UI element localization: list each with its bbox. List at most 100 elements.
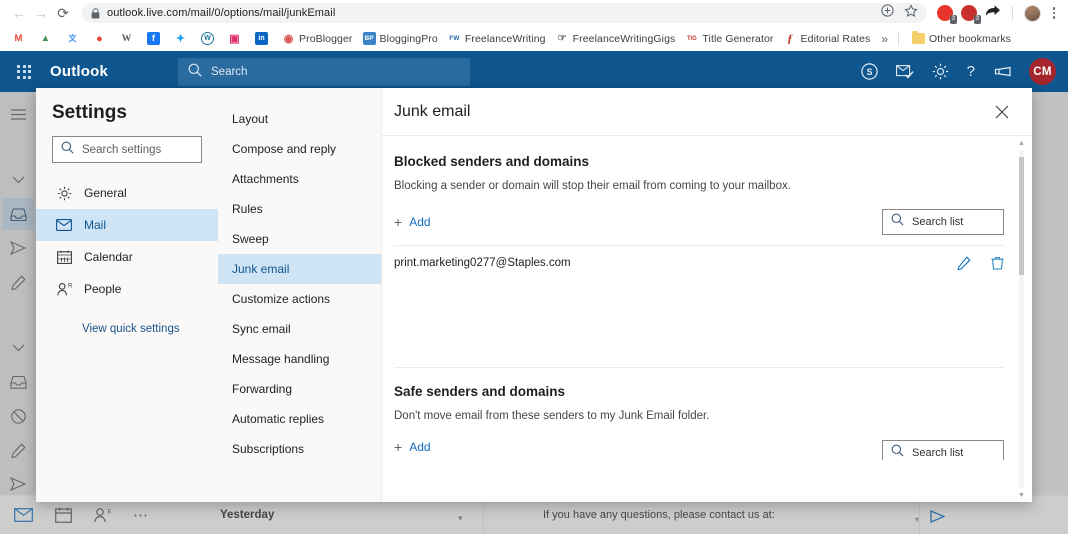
share-arrow-icon[interactable] xyxy=(985,4,1001,22)
reload-icon[interactable]: ⟳ xyxy=(52,2,74,24)
subnav-item-automatic-replies[interactable]: Automatic replies xyxy=(218,404,381,434)
subnav-item-sweep[interactable]: Sweep xyxy=(218,224,381,254)
scroll-down-arrow[interactable]: ▼ xyxy=(1018,489,1025,502)
settings-left-column: Settings Search settings General Mail xyxy=(36,88,218,502)
bookmark-editorial-rates[interactable]: ƒ Editorial Rates xyxy=(779,30,876,47)
bookmark-freelancewritinggigs[interactable]: ☞ FreelanceWritingGigs xyxy=(551,30,681,47)
feedback-icon[interactable] xyxy=(993,65,1011,78)
sidebar-item-mail[interactable]: Mail xyxy=(36,209,218,241)
subnav-item-compose-and-reply[interactable]: Compose and reply xyxy=(218,134,381,164)
skype-icon[interactable]: S xyxy=(861,63,878,80)
back-arrow-icon[interactable]: ← xyxy=(8,2,30,24)
notes-pencil-icon[interactable] xyxy=(2,434,34,466)
bookmark-problogger[interactable]: ◉ ProBlogger xyxy=(277,30,358,47)
add-safe-sender-button[interactable]: + Add xyxy=(394,440,431,454)
bookmark-wikipedia[interactable]: W xyxy=(115,30,142,47)
sidebar-item-people[interactable]: R People xyxy=(36,273,218,305)
calendar-icon[interactable] xyxy=(55,507,72,523)
gear-icon[interactable] xyxy=(932,63,949,80)
junk-email-pane: Junk email Blocked senders and domains B… xyxy=(382,88,1032,502)
bookmark-bloggingpro[interactable]: BP BloggingPro xyxy=(358,30,443,47)
bookmark-title-generator[interactable]: TiG Title Generator xyxy=(680,30,778,47)
subnav-item-rules[interactable]: Rules xyxy=(218,194,381,224)
view-quick-settings-link[interactable]: View quick settings xyxy=(36,323,218,335)
subnav-item-attachments[interactable]: Attachments xyxy=(218,164,381,194)
send-icon[interactable] xyxy=(930,510,945,528)
people-icon[interactable]: R xyxy=(94,507,111,523)
mark-all-read-icon[interactable] xyxy=(896,64,914,79)
search-input[interactable]: Search xyxy=(178,58,470,86)
subnav-item-layout[interactable]: Layout xyxy=(218,104,381,134)
junk-blocked-icon[interactable] xyxy=(2,400,34,432)
add-blocked-sender-button[interactable]: + Add xyxy=(394,215,431,229)
extension-one-icon[interactable]: 3 xyxy=(937,5,954,22)
bookmark-facebook[interactable]: f xyxy=(142,30,169,47)
trash-icon[interactable] xyxy=(991,256,1004,270)
more-apps-icon[interactable]: ⋯ xyxy=(133,506,150,524)
bookmark-google-maps[interactable]: ● xyxy=(88,30,115,47)
scrollbar-track[interactable] xyxy=(1019,151,1024,488)
url-text: outlook.live.com/mail/0/options/mail/jun… xyxy=(107,7,335,19)
kebab-menu-icon[interactable] xyxy=(1048,7,1060,19)
forward-arrow-icon[interactable]: → xyxy=(30,2,52,24)
profile-avatar[interactable] xyxy=(1024,5,1041,22)
extension-one-badge: 3 xyxy=(950,15,957,24)
bloggingpro-icon: BP xyxy=(363,32,376,45)
outlook-header: Outlook S ? CM xyxy=(0,51,1068,92)
pencil-icon[interactable] xyxy=(957,256,971,270)
calendar-icon xyxy=(56,250,72,264)
settings-search-input[interactable]: Search settings xyxy=(52,136,202,163)
add-label: Add xyxy=(409,215,430,229)
other-bookmarks-folder[interactable]: Other bookmarks xyxy=(907,30,1016,47)
user-avatar[interactable]: CM xyxy=(1029,58,1056,85)
bookmark-google-drive[interactable]: ▲ xyxy=(34,30,61,47)
star-icon[interactable] xyxy=(904,4,918,23)
bookmarks-overflow-button[interactable]: » xyxy=(875,32,894,46)
google-maps-icon: ● xyxy=(93,32,106,45)
mail-folder-rail xyxy=(0,92,36,534)
subnav-item-message-handling[interactable]: Message handling xyxy=(218,344,381,374)
safe-senders-search-input[interactable]: Search list xyxy=(882,440,1004,460)
bookmark-google-translate[interactable]: 文 xyxy=(61,30,88,47)
scroll-up-arrow[interactable]: ▲ xyxy=(1018,137,1025,150)
help-icon[interactable]: ? xyxy=(967,63,975,80)
reading-pane-chevron-icon[interactable]: ▾ xyxy=(915,515,919,524)
bookmark-gmail[interactable]: M xyxy=(7,30,34,47)
blocked-senders-description: Blocking a sender or domain will stop th… xyxy=(394,180,1004,192)
svg-text:S: S xyxy=(866,67,872,77)
bookmark-instagram[interactable]: ▣ xyxy=(223,30,250,47)
pane-scrollbar[interactable]: ▲ ▼ xyxy=(1015,137,1028,502)
sent-icon[interactable] xyxy=(2,232,34,264)
extension-two-icon[interactable]: 3 xyxy=(961,5,978,22)
archive-icon[interactable] xyxy=(2,366,34,398)
subnav-item-junk-email[interactable]: Junk email xyxy=(218,254,381,284)
bottom-app-icons: R ⋯ xyxy=(0,506,150,524)
bookmark-label: Title Generator xyxy=(702,33,773,45)
bookmark-linkedin[interactable]: in xyxy=(250,30,277,47)
chevron-down-icon-2[interactable] xyxy=(2,332,34,364)
scrollbar-thumb[interactable] xyxy=(1019,157,1024,275)
other-bookmarks-label: Other bookmarks xyxy=(929,33,1011,45)
drafts-pencil-icon[interactable] xyxy=(2,266,34,298)
hamburger-icon[interactable] xyxy=(2,98,34,130)
mail-icon[interactable] xyxy=(14,508,33,522)
bookmark-twitter[interactable]: ✦ xyxy=(169,30,196,47)
chevron-down-icon[interactable] xyxy=(2,164,34,196)
subnav-item-forwarding[interactable]: Forwarding xyxy=(218,374,381,404)
subnav-item-subscriptions[interactable]: Subscriptions xyxy=(218,434,381,464)
app-launcher-icon[interactable] xyxy=(0,65,48,79)
bookmark-freelancewriting[interactable]: FW FreelanceWriting xyxy=(443,30,551,47)
bookmark-wordpress[interactable]: W xyxy=(196,30,223,47)
subnav-item-customize-actions[interactable]: Customize actions xyxy=(218,284,381,314)
subnav-item-sync-email[interactable]: Sync email xyxy=(218,314,381,344)
browser-toolbar: ← → ⟳ outlook.live.com/mail/0/options/ma… xyxy=(0,0,1068,26)
blocked-sender-row-actions xyxy=(957,256,1004,270)
close-icon[interactable] xyxy=(988,98,1016,126)
group-chevron-icon[interactable]: ▾ xyxy=(458,513,463,524)
inbox-icon[interactable] xyxy=(2,198,34,230)
address-bar[interactable]: outlook.live.com/mail/0/options/mail/jun… xyxy=(82,3,927,23)
blocked-senders-search-input[interactable]: Search list xyxy=(882,209,1004,235)
install-app-icon[interactable] xyxy=(881,4,894,22)
sidebar-item-calendar[interactable]: Calendar xyxy=(36,241,218,273)
sidebar-item-general[interactable]: General xyxy=(36,177,218,209)
